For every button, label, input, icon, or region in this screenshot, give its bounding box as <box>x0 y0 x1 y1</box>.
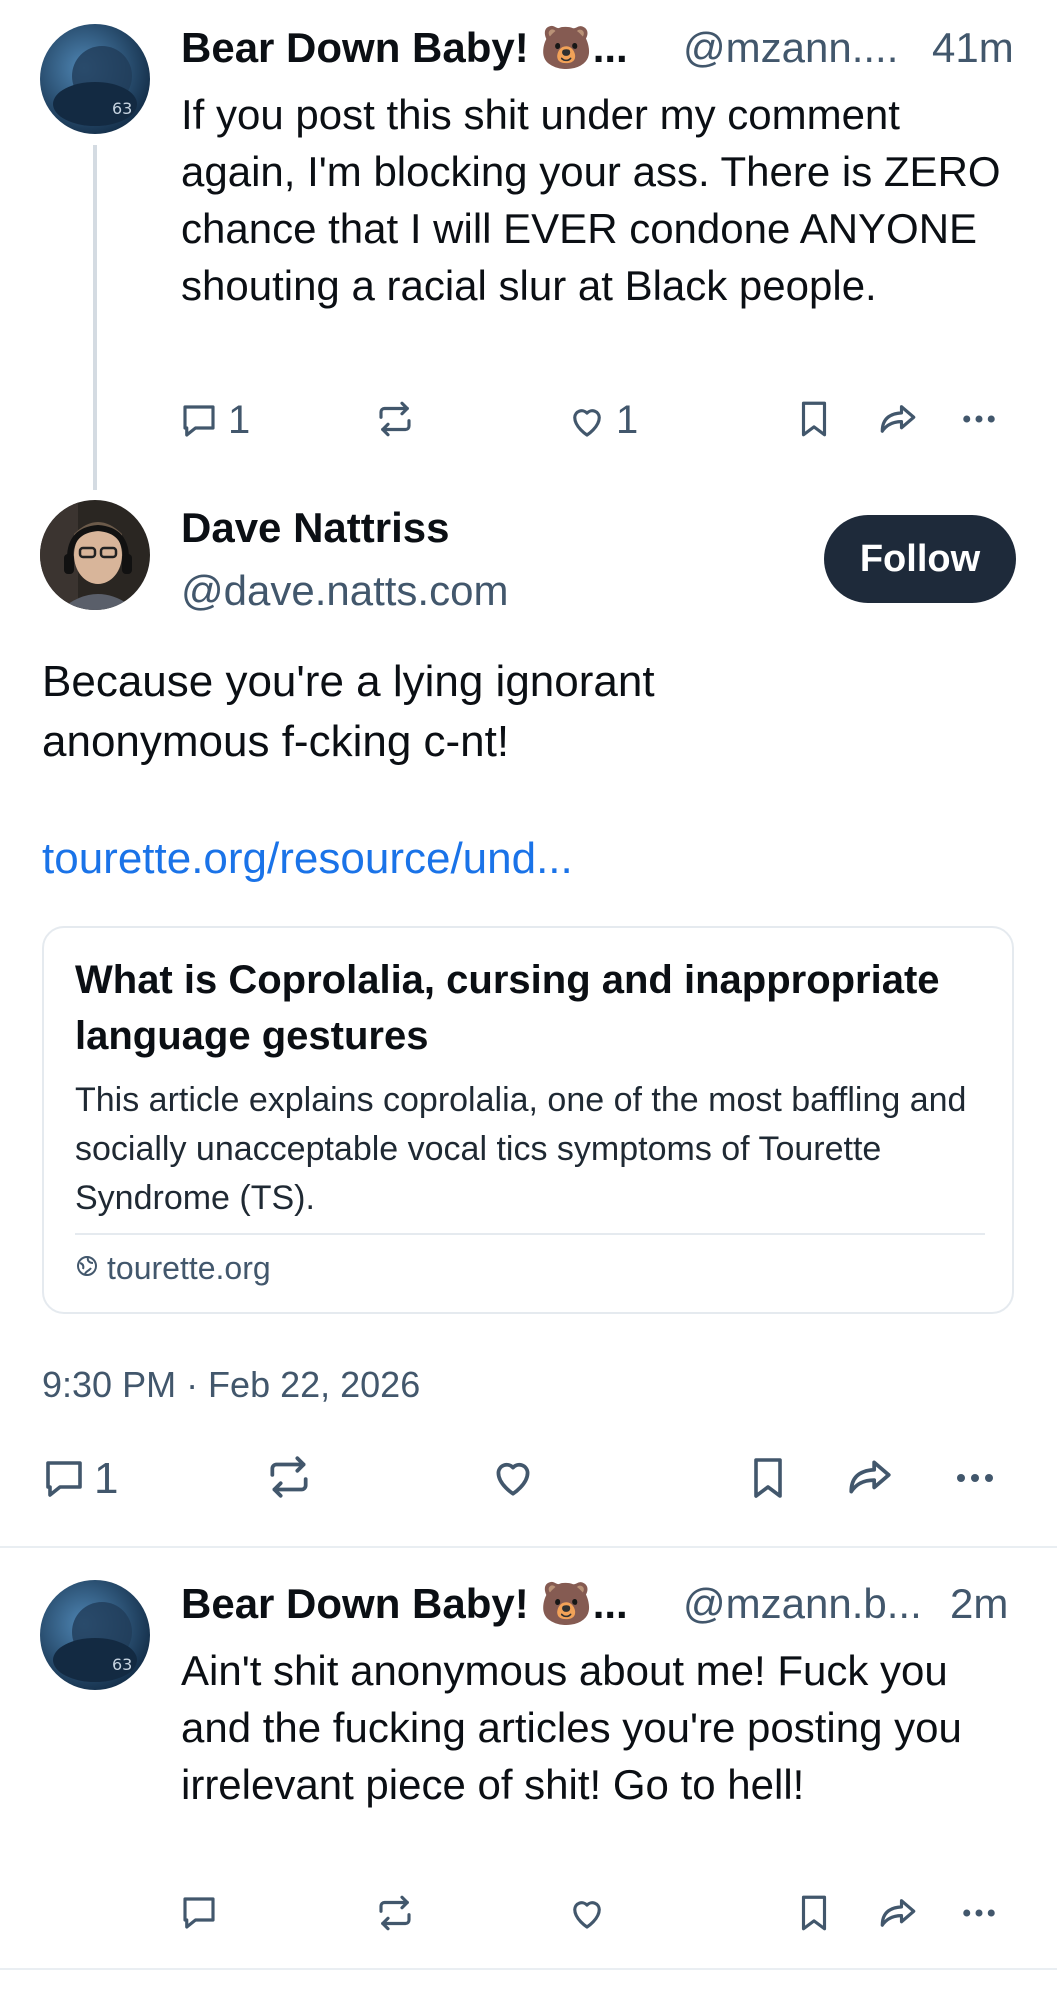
like-button[interactable] <box>566 1892 608 1934</box>
section-divider <box>0 1968 1057 1970</box>
author-handle[interactable]: @mzann.... <box>683 24 898 72</box>
post-time[interactable]: 2m <box>950 1580 1008 1628</box>
svg-text:63: 63 <box>112 1655 132 1674</box>
reply-icon <box>178 400 220 442</box>
share-icon <box>876 398 920 440</box>
author-name[interactable]: Bear Down Baby! 🐻... <box>181 1580 628 1629</box>
repost-button[interactable] <box>374 398 416 440</box>
share-icon <box>876 1892 920 1934</box>
post-text: Because you're a lying ignorant anonymou… <box>42 657 655 766</box>
follow-button[interactable]: Follow <box>824 515 1016 603</box>
repost-button[interactable] <box>264 1452 314 1502</box>
post-text: Ain't shit anonymous about me! Fuck you … <box>181 1647 962 1808</box>
bookmark-button[interactable] <box>793 398 835 440</box>
avatar[interactable]: 63 <box>40 24 150 134</box>
like-button[interactable] <box>488 1452 538 1502</box>
bookmark-icon <box>744 1454 792 1502</box>
post-timestamp: 9:30 PM · Feb 22, 2026 <box>42 1364 421 1405</box>
svg-text:63: 63 <box>112 99 132 118</box>
post-link[interactable]: tourette.org/resource/und... <box>42 834 573 884</box>
bookmark-button[interactable] <box>793 1892 835 1934</box>
author-handle[interactable]: @dave.natts.com <box>181 567 508 615</box>
share-button[interactable] <box>876 1892 920 1934</box>
share-button[interactable] <box>844 1452 896 1502</box>
more-button[interactable] <box>950 1454 1000 1502</box>
more-icon <box>950 1454 1000 1502</box>
section-divider <box>0 1546 1057 1548</box>
reply-button[interactable] <box>178 1892 220 1934</box>
post-time[interactable]: 41m <box>932 24 1014 72</box>
reply-count: 1 <box>228 398 251 442</box>
bookmark-icon <box>793 398 835 440</box>
bookmark-icon <box>793 1892 835 1934</box>
bookmark-button[interactable] <box>744 1454 792 1502</box>
globe-icon <box>75 1254 99 1283</box>
like-icon <box>488 1452 538 1502</box>
author-name[interactable]: Bear Down Baby! 🐻... <box>181 24 628 73</box>
repost-icon <box>374 398 416 440</box>
more-icon <box>958 398 1000 440</box>
repost-icon <box>374 1892 416 1934</box>
more-icon <box>958 1892 1000 1934</box>
card-domain: tourette.org <box>107 1250 271 1286</box>
author-name[interactable]: Dave Nattriss <box>181 504 449 552</box>
link-card[interactable]: What is Coprolalia, cursing and inapprop… <box>42 926 1014 1314</box>
like-icon <box>566 400 608 442</box>
repost-icon <box>264 1452 314 1502</box>
reply-count: 1 <box>94 1454 119 1503</box>
like-icon <box>566 1892 608 1934</box>
post-text: If you post this shit under my comment a… <box>181 91 1001 309</box>
card-divider <box>75 1233 985 1235</box>
reply-icon <box>40 1455 88 1503</box>
avatar[interactable]: 63 <box>40 1580 150 1690</box>
reply-icon <box>178 1892 220 1934</box>
card-title: What is Coprolalia, cursing and inapprop… <box>75 958 940 1058</box>
more-button[interactable] <box>958 398 1000 440</box>
share-button[interactable] <box>876 398 920 440</box>
share-icon <box>844 1452 896 1502</box>
thread-line <box>93 145 97 490</box>
reply-button[interactable]: 1 <box>178 398 250 443</box>
reply-button[interactable]: 1 <box>40 1454 118 1504</box>
card-description: This article explains coprolalia, one of… <box>75 1081 967 1217</box>
card-domain-row: tourette.org <box>75 1250 271 1287</box>
avatar[interactable] <box>40 500 150 610</box>
author-handle[interactable]: @mzann.b... <box>683 1580 922 1628</box>
repost-button[interactable] <box>374 1892 416 1934</box>
like-count: 1 <box>616 398 639 442</box>
more-button[interactable] <box>958 1892 1000 1934</box>
like-button[interactable]: 1 <box>566 398 638 443</box>
